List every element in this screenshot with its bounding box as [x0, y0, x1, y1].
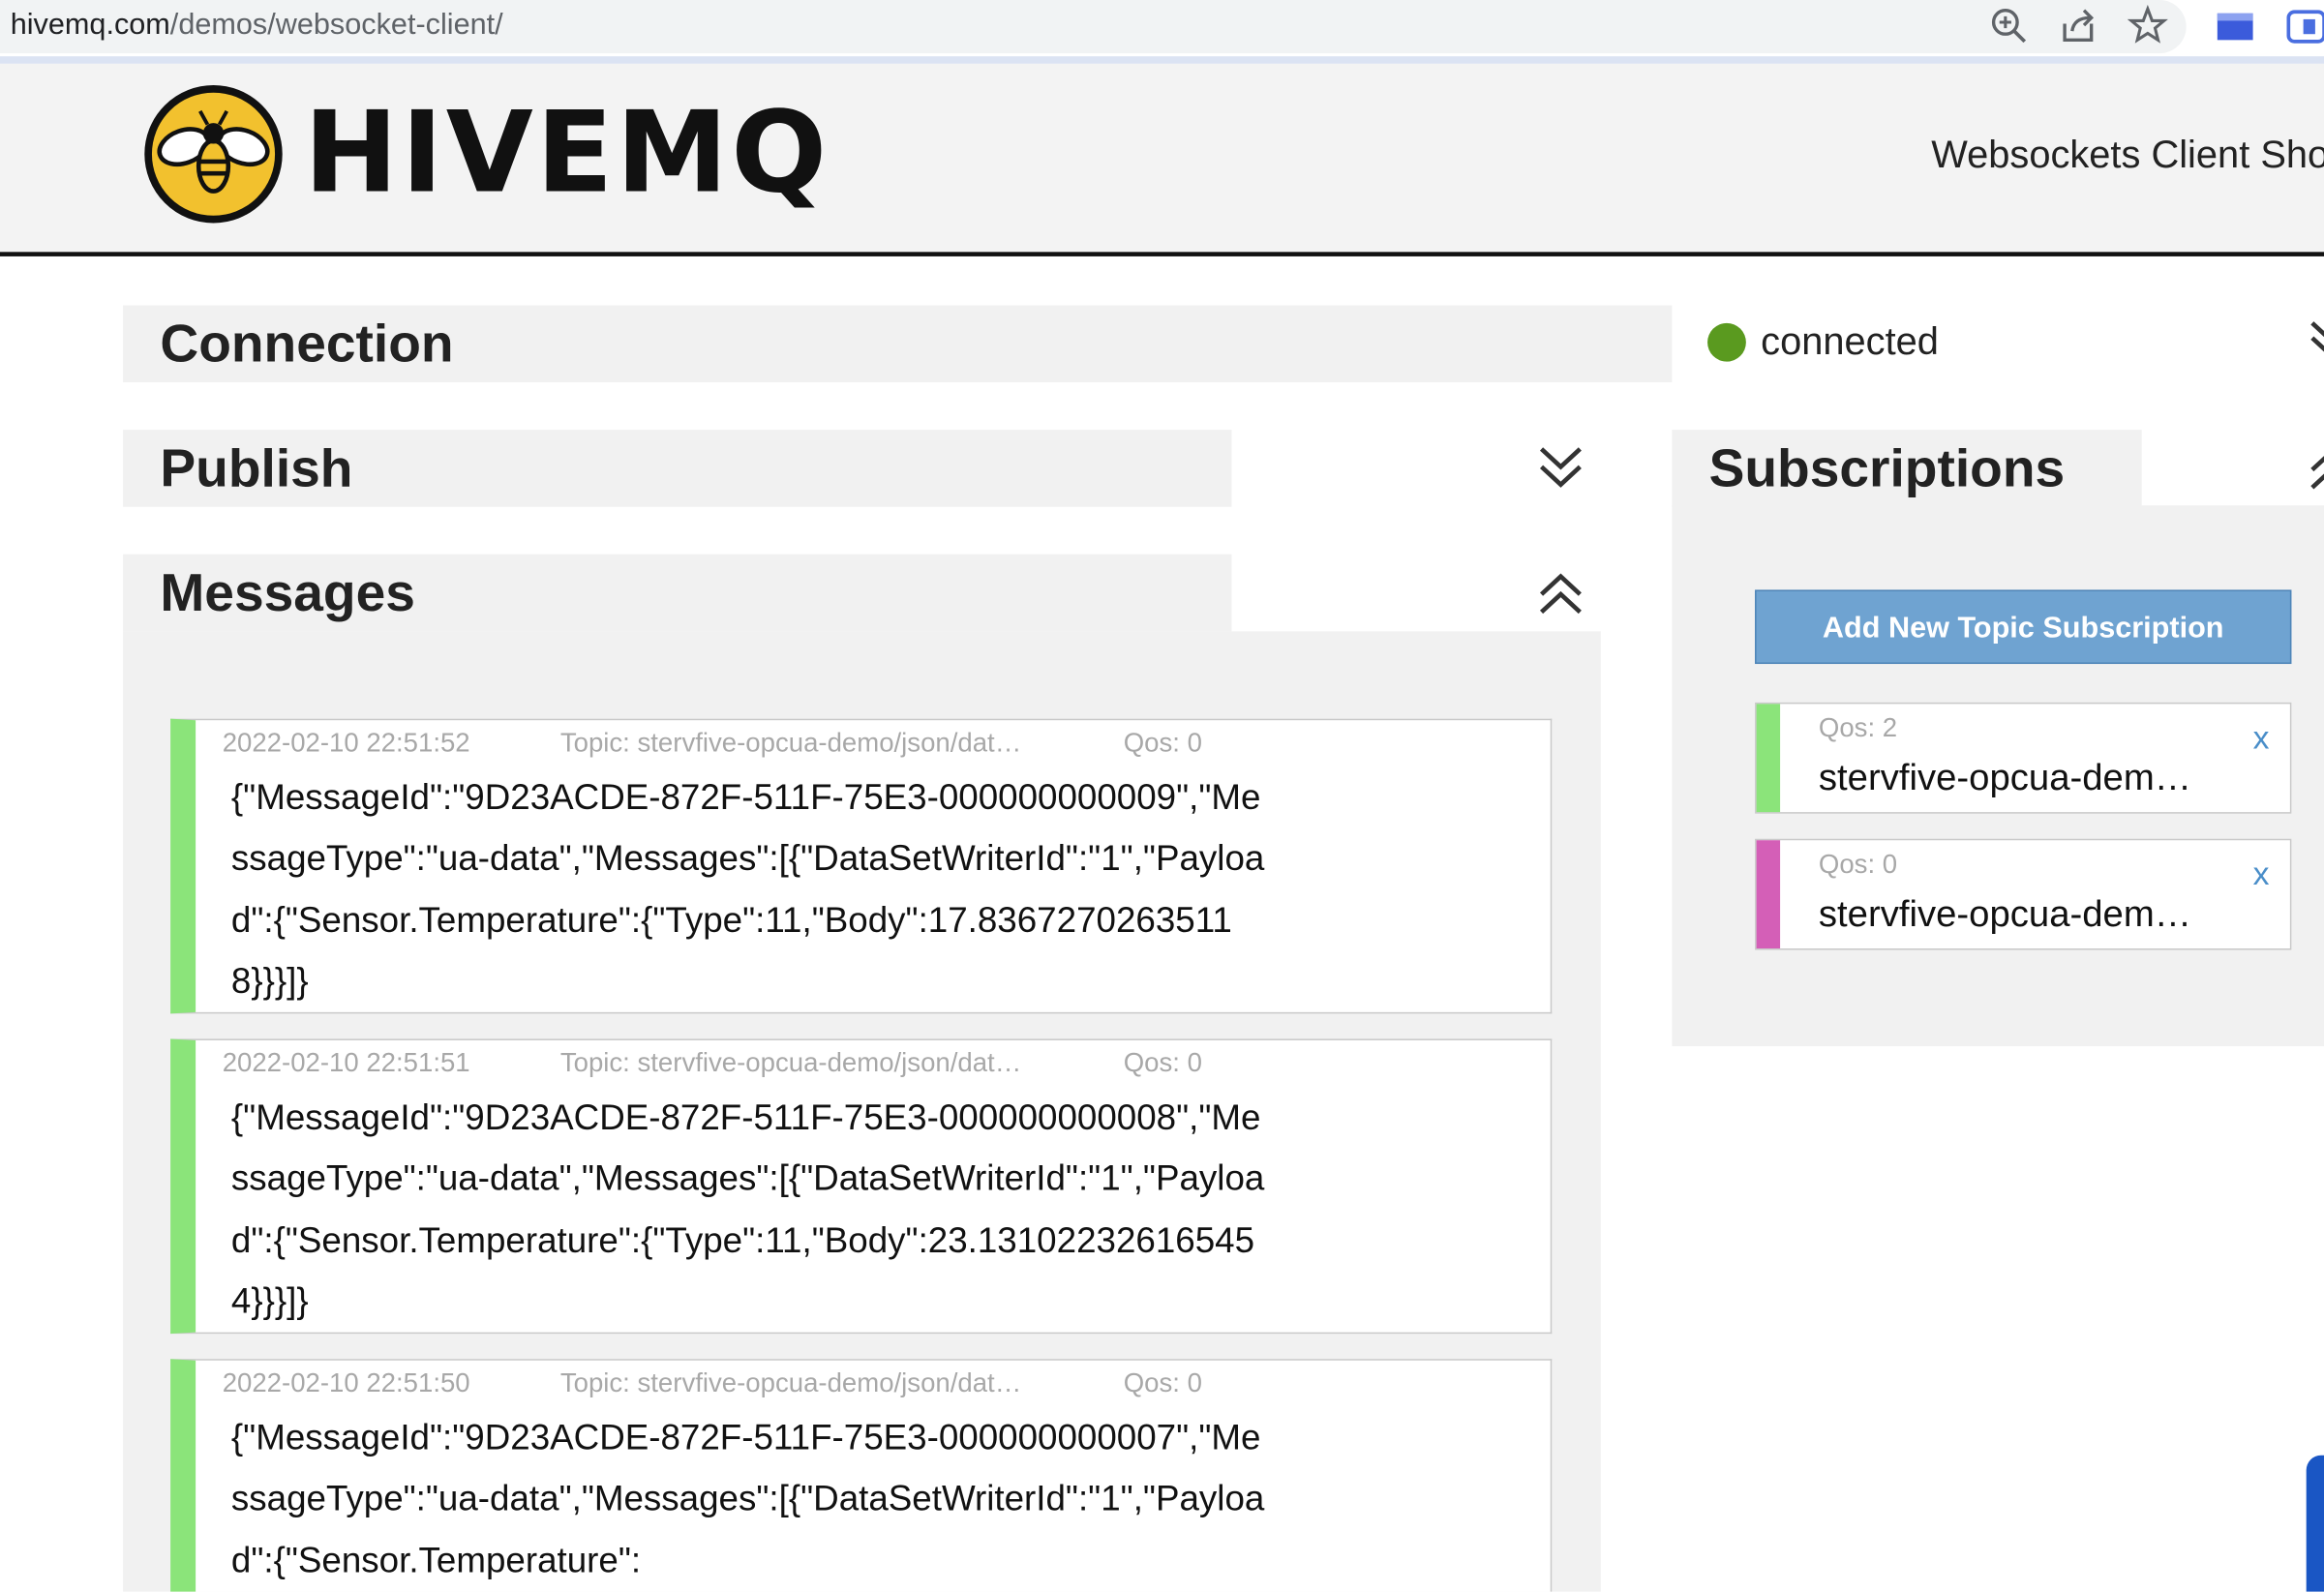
message-item[interactable]: 2022-02-10 22:51:52 Topic: stervfive-opc…	[170, 718, 1553, 1014]
message-item[interactable]: 2022-02-10 22:51:51 Topic: stervfive-opc…	[170, 1038, 1553, 1335]
subscription-topic: stervfive-opcua-dem…	[1818, 757, 2192, 799]
connection-toggle-chevron-icon[interactable]	[2307, 315, 2324, 365]
subscriptions-title: Subscriptions	[1708, 436, 2066, 498]
browser-toolbar: hivemq.com/demos/websocket-client/	[0, 0, 2324, 64]
site-header: HIVEMQ Websockets Client Sho	[0, 63, 2324, 256]
star-icon[interactable]	[2127, 4, 2168, 46]
share-icon[interactable]	[2057, 5, 2098, 46]
subscriptions-panel-header[interactable]: Subscriptions	[1672, 430, 2142, 507]
message-payload: {"MessageId":"9D23ACDE-872F-511F-75E3-00…	[230, 1418, 1265, 1581]
subscription-item[interactable]: Qos: 0 stervfive-opcua-dem… x	[1755, 838, 2292, 950]
message-topic: Topic: stervfive-opcua-demo/json/dat…	[559, 1367, 1022, 1398]
message-timestamp: 2022-02-10 22:51:51	[222, 1047, 470, 1078]
messages-collapse-chevron-icon[interactable]	[1535, 567, 1585, 617]
status-dot-icon	[1707, 322, 1746, 361]
publish-expand-chevron-icon[interactable]	[1535, 443, 1585, 494]
page: hivemq.com/demos/websocket-client/ HIVEM…	[0, 0, 2324, 1592]
publish-panel-header[interactable]: Publish	[123, 430, 1232, 507]
subscription-item[interactable]: Qos: 2 stervfive-opcua-dem… x	[1755, 702, 2292, 814]
message-payload: {"MessageId":"9D23ACDE-872F-511F-75E3-00…	[230, 777, 1265, 1002]
subscription-topic: stervfive-opcua-dem…	[1818, 893, 2192, 936]
message-payload: {"MessageId":"9D23ACDE-872F-511F-75E3-00…	[230, 1097, 1265, 1322]
address-bar[interactable]: hivemq.com/demos/websocket-client/	[0, 0, 2187, 54]
message-topic: Topic: stervfive-opcua-demo/json/dat…	[559, 1047, 1022, 1078]
url-path: /demos/websocket-client/	[169, 9, 503, 42]
extension-icon[interactable]	[2213, 5, 2254, 46]
logo-text[interactable]: HIVEMQ	[304, 90, 830, 215]
message-qos: Qos: 0	[1123, 1047, 1202, 1078]
subscriptions-collapse-chevron-icon[interactable]	[2307, 443, 2324, 494]
messages-title: Messages	[160, 561, 415, 623]
url-host: hivemq.com	[10, 9, 170, 42]
sidebar-icon[interactable]	[2282, 5, 2324, 46]
connection-status: connected	[1707, 318, 1939, 364]
connection-panel-header[interactable]: Connection	[123, 305, 1673, 383]
message-qos: Qos: 0	[1123, 727, 1202, 758]
bee-logo-icon[interactable]	[144, 84, 284, 224]
page-tagline: Websockets Client Sho	[1931, 132, 2324, 177]
message-item[interactable]: 2022-02-10 22:51:50 Topic: stervfive-opc…	[170, 1359, 1553, 1592]
message-timestamp: 2022-02-10 22:51:50	[222, 1367, 470, 1398]
remove-subscription-button[interactable]: x	[2253, 856, 2270, 894]
message-qos: Qos: 0	[1123, 1367, 1202, 1398]
connection-title: Connection	[160, 313, 454, 374]
message-topic: Topic: stervfive-opcua-demo/json/dat…	[559, 727, 1022, 758]
messages-panel-header[interactable]: Messages	[123, 554, 1232, 632]
status-text: connected	[1761, 318, 1939, 364]
floating-widget-edge[interactable]	[2306, 1455, 2324, 1592]
remove-subscription-button[interactable]: x	[2253, 719, 2270, 758]
subscription-qos: Qos: 0	[1818, 849, 1898, 880]
url-text[interactable]: hivemq.com/demos/websocket-client/	[11, 9, 503, 43]
subscription-color-bar	[1756, 840, 1781, 949]
zoom-icon[interactable]	[1987, 5, 2029, 46]
subscription-color-bar	[1756, 704, 1781, 813]
add-topic-subscription-button[interactable]: Add New Topic Subscription	[1755, 589, 2292, 665]
message-timestamp: 2022-02-10 22:51:52	[222, 727, 470, 758]
subscription-qos: Qos: 2	[1818, 712, 1898, 743]
publish-title: Publish	[160, 436, 353, 498]
